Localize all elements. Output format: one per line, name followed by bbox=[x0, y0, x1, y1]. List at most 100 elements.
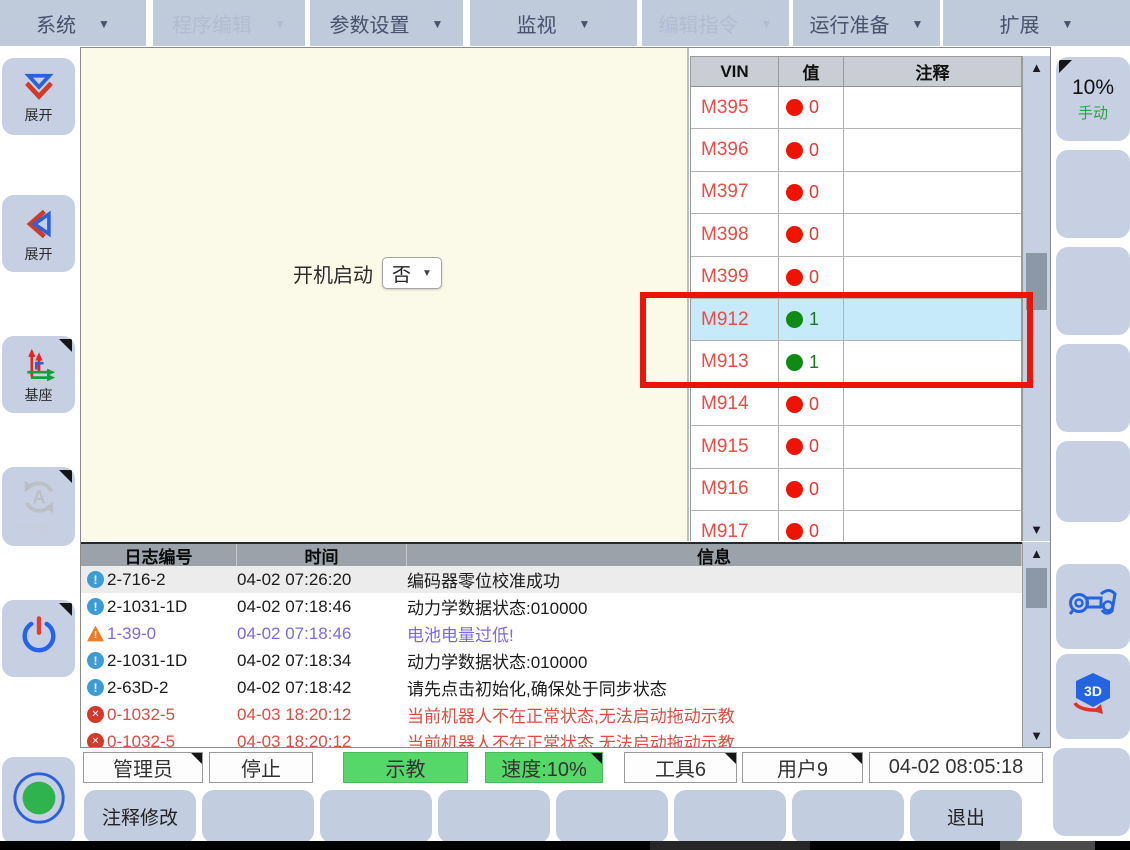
button-label: 连续循环 bbox=[14, 522, 62, 537]
value-text: 0 bbox=[809, 224, 819, 245]
softkey-button-empty[interactable] bbox=[202, 790, 314, 843]
softkey-button-empty[interactable] bbox=[556, 790, 668, 843]
menu-item-run-preparation[interactable]: 运行准备 ▼ bbox=[793, 0, 940, 46]
log-id: 2-63D-2 bbox=[107, 678, 237, 698]
sidebar-button-empty[interactable] bbox=[1056, 150, 1130, 238]
vin-cell: M396 bbox=[691, 129, 779, 170]
log-row[interactable]: 2-1031-1D 04-02 07:18:46 动力学数据状态:010000 bbox=[81, 593, 1022, 620]
table-row[interactable]: M913 1 bbox=[691, 341, 1021, 383]
log-time: 04-03 18:20:12 bbox=[237, 705, 407, 725]
log-row[interactable]: 2-1031-1D 04-02 07:18:34 动力学数据状态:010000 bbox=[81, 647, 1022, 674]
softkey-button-empty[interactable] bbox=[320, 790, 432, 843]
chevron-down-icon: ▼ bbox=[98, 17, 110, 31]
value-cell: 0 bbox=[779, 469, 844, 510]
scrollbar-thumb[interactable] bbox=[1026, 568, 1047, 608]
teach-mode-text: 示教 bbox=[386, 753, 426, 782]
startup-select[interactable]: 否 ▼ bbox=[382, 257, 442, 289]
expand-left-button[interactable]: 展开 bbox=[2, 195, 75, 272]
table-row[interactable]: M399 0 bbox=[691, 257, 1021, 299]
exit-button[interactable]: 退出 bbox=[910, 790, 1022, 843]
user-level-box[interactable]: 管理员 bbox=[83, 752, 203, 783]
user-frame-box[interactable]: 用户9 bbox=[742, 752, 863, 783]
softkey-button-empty[interactable] bbox=[438, 790, 550, 843]
log-row[interactable]: 1-39-0 04-02 07:18:46 电池电量过低! bbox=[81, 620, 1022, 647]
value-text: 0 bbox=[809, 521, 819, 541]
log-scrollbar[interactable]: ▲ ▼ bbox=[1022, 542, 1050, 747]
continuous-loop-button: A 连续循环 bbox=[2, 467, 75, 546]
comment-cell bbox=[844, 257, 1021, 298]
chevron-down-icon: ▼ bbox=[422, 268, 432, 279]
corner-more-icon bbox=[191, 753, 202, 764]
table-row-selected[interactable]: M912 1 bbox=[691, 299, 1021, 341]
state-dot-icon bbox=[786, 311, 803, 328]
io-monitor-table: VIN 值 注释 M395 0 M396 0 bbox=[690, 56, 1022, 541]
drag-teach-button[interactable] bbox=[1056, 564, 1130, 649]
table-row[interactable]: M916 0 bbox=[691, 469, 1021, 511]
scroll-up-icon[interactable]: ▲ bbox=[1023, 60, 1050, 75]
teach-mode-box[interactable]: 示教 bbox=[343, 752, 468, 783]
green-status-circle-icon bbox=[10, 769, 68, 832]
svg-text:3D: 3D bbox=[1084, 683, 1102, 699]
corner-more-icon bbox=[59, 339, 72, 352]
comment-edit-button[interactable]: 注释修改 bbox=[84, 790, 196, 843]
table-row[interactable]: M914 0 bbox=[691, 384, 1021, 426]
log-message: 动力学数据状态:010000 bbox=[407, 648, 1022, 673]
menu-item-parameter-settings[interactable]: 参数设置 ▼ bbox=[310, 0, 463, 46]
table-row[interactable]: M917 0 bbox=[691, 511, 1021, 541]
sidebar-button-empty[interactable] bbox=[1053, 748, 1130, 836]
table-row[interactable]: M397 0 bbox=[691, 172, 1021, 214]
table-scrollbar[interactable]: ▲ ▼ bbox=[1022, 56, 1050, 541]
base-frame-button[interactable]: 基座 bbox=[2, 336, 75, 413]
sidebar-button-empty[interactable] bbox=[1056, 344, 1130, 432]
chevron-down-icon: ▼ bbox=[432, 17, 444, 31]
comment-cell bbox=[844, 384, 1021, 425]
softkey-button-empty[interactable] bbox=[792, 790, 904, 843]
log-row[interactable]: 0-1032-5 04-03 18:20:12 当前机器人不在正常状态,无法启动… bbox=[81, 701, 1022, 728]
speed-box[interactable]: 速度:10% bbox=[485, 752, 603, 783]
vin-cell: M913 bbox=[691, 341, 779, 382]
comment-cell bbox=[844, 511, 1021, 541]
comment-cell bbox=[844, 469, 1021, 510]
power-button[interactable] bbox=[2, 600, 75, 677]
servo-status-button[interactable] bbox=[2, 757, 75, 844]
menu-item-extend[interactable]: 扩展 ▼ bbox=[943, 0, 1130, 46]
log-row[interactable]: 0-1032-5 04-03 18:20:12 当前机器人不在正常状态,无法启动… bbox=[81, 728, 1022, 747]
view-3d-button[interactable]: 3D bbox=[1056, 654, 1130, 739]
sidebar-button-empty[interactable] bbox=[1056, 247, 1130, 335]
column-header-vin: VIN bbox=[691, 57, 779, 86]
log-message: 编码器零位校准成功 bbox=[407, 567, 1022, 592]
comment-cell bbox=[844, 299, 1021, 340]
menu-item-monitor[interactable]: 监视 ▼ bbox=[470, 0, 637, 46]
log-row[interactable]: 2-716-2 04-02 07:26:20 编码器零位校准成功 bbox=[81, 566, 1022, 593]
table-row[interactable]: M396 0 bbox=[691, 129, 1021, 171]
table-row[interactable]: M398 0 bbox=[691, 214, 1021, 256]
log-error-icon bbox=[87, 733, 104, 747]
expand-down-button[interactable]: 展开 bbox=[2, 58, 75, 135]
column-header-value: 值 bbox=[779, 57, 844, 86]
speed-mode-button[interactable]: 10% 手动 bbox=[1056, 57, 1130, 141]
log-id: 1-39-0 bbox=[107, 624, 237, 644]
value-text: 0 bbox=[809, 97, 819, 118]
tool-box[interactable]: 工具6 bbox=[624, 752, 737, 783]
table-row[interactable]: M395 0 bbox=[691, 87, 1021, 129]
scroll-up-icon[interactable]: ▲ bbox=[1023, 546, 1050, 561]
table-header: VIN 值 注释 bbox=[691, 57, 1021, 87]
log-time: 04-02 07:18:46 bbox=[237, 624, 407, 644]
comment-cell bbox=[844, 87, 1021, 128]
power-icon bbox=[17, 614, 61, 663]
table-row[interactable]: M915 0 bbox=[691, 426, 1021, 468]
run-state-box[interactable]: 停止 bbox=[209, 752, 313, 783]
scroll-down-icon[interactable]: ▼ bbox=[1023, 522, 1050, 537]
log-row[interactable]: 2-63D-2 04-02 07:18:42 请先点击初始化,确保处于同步状态 bbox=[81, 674, 1022, 701]
button-label: 展开 bbox=[25, 247, 53, 262]
scroll-down-icon[interactable]: ▼ bbox=[1023, 728, 1050, 743]
state-dot-icon bbox=[786, 354, 803, 371]
sidebar-button-empty[interactable] bbox=[1056, 441, 1130, 522]
menu-item-label: 监视 bbox=[517, 9, 557, 38]
state-dot-icon bbox=[786, 438, 803, 455]
log-time: 04-02 07:18:46 bbox=[237, 597, 407, 617]
softkey-button-empty[interactable] bbox=[674, 790, 786, 843]
vin-cell: M917 bbox=[691, 511, 779, 541]
menu-item-system[interactable]: 系统 ▼ bbox=[0, 0, 146, 46]
scrollbar-thumb[interactable] bbox=[1026, 253, 1047, 310]
